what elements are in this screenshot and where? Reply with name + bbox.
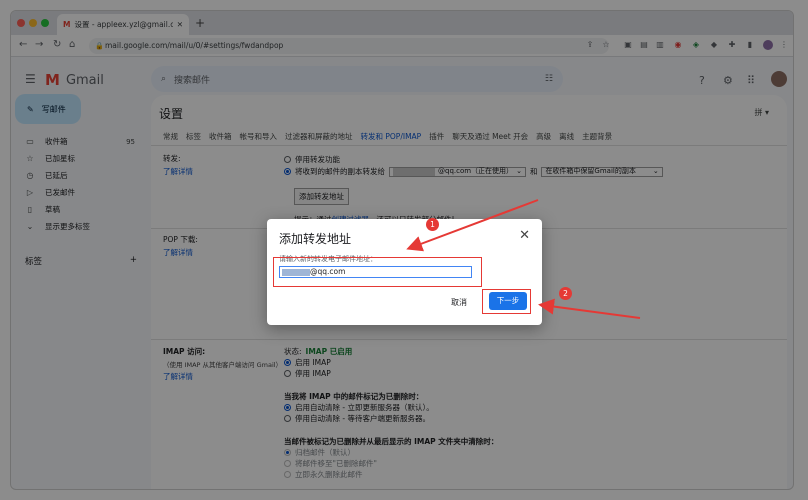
dialog-title: 添加转发地址 — [279, 232, 352, 246]
annotation-badge-1: 1 — [426, 218, 439, 231]
annotation-badge-2: 2 — [559, 287, 572, 300]
cancel-button[interactable]: 取消 — [451, 297, 467, 308]
close-icon[interactable]: ✕ — [519, 228, 530, 243]
annotation-box-next — [482, 289, 531, 314]
annotation-box-input — [273, 257, 482, 287]
